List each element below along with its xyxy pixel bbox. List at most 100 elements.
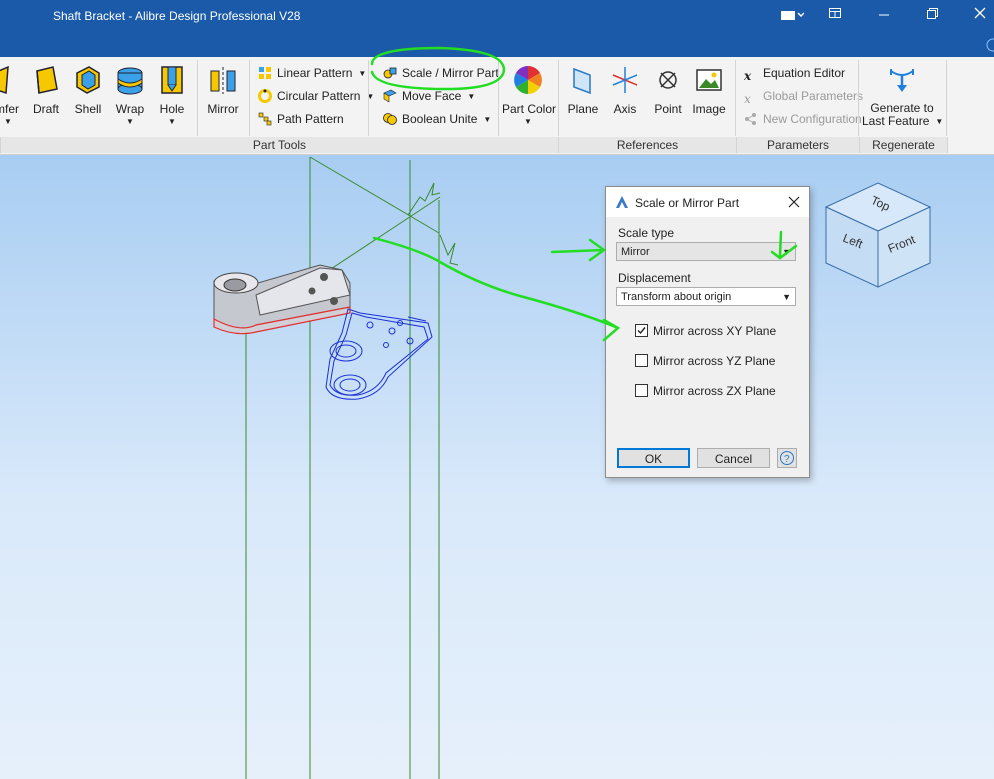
color-wheel-icon <box>514 66 542 94</box>
part-color-button[interactable]: Part Color ▼ <box>502 57 556 135</box>
dialog-title: Scale or Mirror Part <box>635 196 740 210</box>
app-logo-icon <box>616 196 628 208</box>
ribbon-collapse-area[interactable] <box>947 137 994 153</box>
path-pattern-label: Path Pattern <box>277 112 344 126</box>
global-parameters-icon: x <box>744 92 751 106</box>
dialog-title-bar[interactable]: Scale or Mirror Part <box>606 187 809 217</box>
move-face-label: Move Face <box>402 89 462 103</box>
image-icon <box>696 69 722 91</box>
boolean-unite-label: Boolean Unite <box>402 112 478 126</box>
image-label: Image <box>692 102 726 116</box>
mirror-yz-label: Mirror across YZ Plane <box>653 354 776 368</box>
ribbon: mfer ▼ Draft Shell Wrap ▼ Hole ▼ Mirror … <box>0 57 994 155</box>
separator <box>368 60 369 136</box>
checkbox-unchecked[interactable] <box>635 384 648 397</box>
separator <box>858 60 859 136</box>
mirror-zx-label: Mirror across ZX Plane <box>653 384 776 398</box>
ribbon-display-icon[interactable] <box>828 6 842 23</box>
chamfer-icon <box>0 65 9 95</box>
plane-button[interactable]: Plane <box>563 57 603 135</box>
checkbox-checked[interactable] <box>635 324 648 337</box>
mirror-yz-checkbox[interactable]: Mirror across YZ Plane <box>635 354 775 368</box>
help-button[interactable]: ? <box>777 448 797 468</box>
generate-to-last-feature-button[interactable]: Generate to Last Feature ▼ <box>862 57 943 135</box>
chamfer-label: mfer <box>0 102 19 116</box>
displacement-dropdown[interactable]: Transform about origin ▼ <box>616 287 796 306</box>
close-icon[interactable] <box>973 6 987 23</box>
window-title: Shaft Bracket - Alibre Design Profession… <box>53 9 301 23</box>
scale-type-dropdown[interactable]: Mirror ▼ <box>616 242 796 261</box>
title-bar: Shaft Bracket - Alibre Design Profession… <box>0 0 994 57</box>
draft-icon <box>36 66 58 94</box>
3d-viewport[interactable]: Top Left Front <box>0 155 994 779</box>
separator <box>197 60 198 136</box>
help-icon: ? <box>780 451 794 465</box>
group-label-regenerate: Regenerate <box>859 137 947 153</box>
shaft-bracket-part[interactable] <box>213 264 351 335</box>
scale-mirror-label: Scale / Mirror Part <box>402 66 499 80</box>
minimize-icon[interactable] <box>877 6 891 23</box>
model-canvas[interactable]: Top Left Front <box>0 155 994 779</box>
generate-label-line1: Generate to <box>870 101 934 115</box>
equation-editor-icon: x <box>744 69 752 83</box>
draft-button[interactable]: Draft <box>28 57 64 135</box>
mirror-xy-label: Mirror across XY Plane <box>653 324 777 338</box>
scale-mirror-part-button[interactable]: Scale / Mirror Part <box>383 66 499 86</box>
shell-icon <box>76 66 100 94</box>
move-face-button[interactable]: Move Face ▼ <box>383 89 475 109</box>
reference-plane-wireframe <box>245 156 459 779</box>
hole-button[interactable]: Hole ▼ <box>154 57 190 135</box>
dialog-close-icon[interactable] <box>788 196 800 208</box>
maximize-icon[interactable] <box>925 6 939 23</box>
plane-label: Plane <box>567 102 599 116</box>
chevron-down-icon: ▼ <box>782 292 791 302</box>
display-options-icon[interactable] <box>780 8 805 25</box>
mirror-icon <box>210 67 236 94</box>
boolean-unite-button[interactable]: Boolean Unite ▼ <box>383 112 491 132</box>
wrap-icon <box>117 67 143 95</box>
generate-label-line2: Last Feature <box>862 114 930 128</box>
svg-text:?: ? <box>784 454 790 465</box>
global-parameters-label: Global Parameters <box>763 89 864 103</box>
equation-editor-button[interactable]: x Equation Editor <box>744 66 845 86</box>
linear-pattern-button[interactable]: Linear Pattern ▼ <box>258 66 366 86</box>
ok-button[interactable]: OK <box>617 448 690 468</box>
shell-button[interactable]: Shell <box>70 57 106 135</box>
wrap-label: Wrap <box>115 102 145 116</box>
plane-icon <box>573 67 591 95</box>
wrap-button[interactable]: Wrap ▼ <box>110 57 150 135</box>
boolean-unite-icon <box>383 113 397 125</box>
scale-type-label: Scale type <box>618 226 675 240</box>
checkbox-unchecked[interactable] <box>635 354 648 367</box>
axis-button[interactable]: Axis <box>606 57 644 135</box>
mirror-xy-checkbox[interactable]: Mirror across XY Plane <box>635 324 776 338</box>
separator <box>946 60 947 136</box>
mirror-button[interactable]: Mirror <box>202 57 244 135</box>
new-configuration-button[interactable]: New Configuration <box>744 112 862 132</box>
circular-pattern-button[interactable]: Circular Pattern ▼ <box>258 89 374 109</box>
regenerate-icon <box>890 69 914 92</box>
circular-pattern-icon <box>258 89 272 103</box>
linear-pattern-icon <box>259 67 271 79</box>
mirror-zx-checkbox[interactable]: Mirror across ZX Plane <box>635 384 776 398</box>
group-label-part-tools: Part Tools <box>0 137 558 153</box>
chamfer-button[interactable]: mfer ▼ <box>0 57 24 135</box>
group-label-references: References <box>558 137 736 153</box>
help-circle-icon[interactable] <box>983 38 994 55</box>
global-parameters-button[interactable]: x Global Parameters <box>744 89 863 109</box>
move-face-icon <box>383 89 397 103</box>
new-configuration-label: New Configuration <box>763 112 862 126</box>
point-label: Point <box>654 102 682 116</box>
image-button[interactable]: Image <box>689 57 729 135</box>
linear-pattern-label: Linear Pattern <box>277 66 353 80</box>
displacement-label: Displacement <box>618 271 691 285</box>
separator <box>498 60 499 136</box>
path-pattern-button[interactable]: Path Pattern <box>258 112 344 132</box>
circular-pattern-label: Circular Pattern <box>277 89 361 103</box>
point-button[interactable]: Point <box>648 57 688 135</box>
equation-editor-label: Equation Editor <box>763 66 846 80</box>
scale-type-value: Mirror <box>621 246 650 258</box>
view-cube[interactable]: Top Left Front <box>824 182 932 288</box>
new-configuration-icon <box>745 113 756 125</box>
cancel-button[interactable]: Cancel <box>697 448 770 468</box>
